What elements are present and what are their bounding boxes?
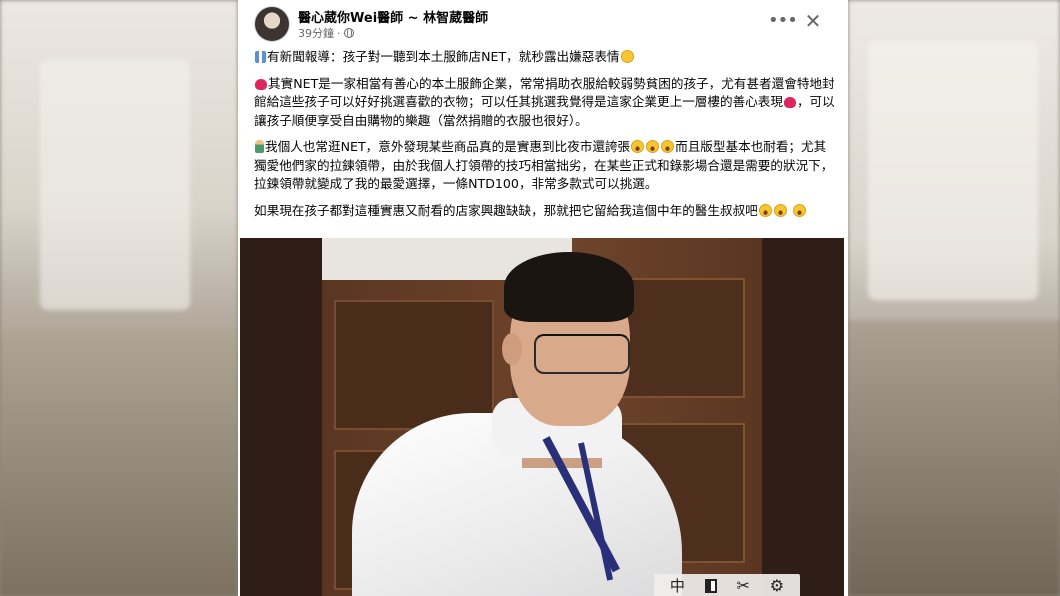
post-photo[interactable] [322, 238, 762, 596]
heart-emoji-icon [783, 97, 796, 108]
background-blur-shape [40, 60, 190, 310]
post-paragraph: 其實NET是一家相當有善心的本土服飾企業，常常捐助衣服給較弱勢貧困的孩子，尤有甚… [254, 75, 836, 131]
contrast-icon[interactable] [704, 579, 717, 593]
gear-icon[interactable]: ⚙ [770, 575, 784, 596]
translate-icon[interactable]: 中 [670, 575, 685, 596]
paragraph-text: 如果現在孩子都對這種實惠又耐看的店家興趣缺缺，那就把它留給我這個中年的醫生叔叔吧 [254, 202, 758, 218]
photo-ear [502, 333, 522, 365]
background-blur-shape [0, 330, 238, 596]
laughing-emoji-icon [792, 203, 806, 217]
paragraph-text: 其實NET是一家相當有善心的本土服飾企業，常常捐助衣服給較弱勢貧困的孩子，尤有甚… [254, 75, 835, 110]
paragraph-text: 我個人也常逛NET，意外發現某些商品真的是實惠到比夜市還誇張 [265, 139, 631, 154]
heart-emoji-icon [255, 78, 267, 90]
background-blur-shape [848, 320, 1060, 596]
photo-door-panel [334, 300, 494, 430]
post-time[interactable]: 39分鐘 [298, 25, 334, 41]
paragraph-text: 有新聞報導：孩子對一聽到本土服飾店NET，就秒露出嫌惡表情 [267, 49, 620, 64]
facebook-post: 醫心葳你Wei醫師 ~ 林智葳醫師 39分鐘 · ••• ✕ 有新聞報導：孩子對… [238, 0, 848, 596]
more-dots-icon[interactable]: ••• [768, 11, 798, 33]
background-blur-shape [868, 40, 1038, 300]
post-paragraph: 有新聞報導：孩子對一聽到本土服飾店NET，就秒露出嫌惡表情 [254, 48, 836, 67]
background-left [0, 0, 238, 596]
meta-separator: · [337, 26, 341, 40]
post-body: 有新聞報導：孩子對一聽到本土服飾店NET，就秒露出嫌惡表情 其實NET是一家相當… [254, 48, 836, 228]
avatar[interactable] [254, 6, 290, 42]
person-emoji-icon [255, 140, 264, 153]
post-header: 醫心葳你Wei醫師 ~ 林智葳醫師 39分鐘 · ••• ✕ [238, 0, 848, 46]
shirt-emoji-icon [255, 51, 266, 63]
post-paragraph: 如果現在孩子都對這種實惠又耐看的店家興趣缺缺，那就把它留給我這個中年的醫生叔叔吧 [254, 202, 836, 221]
thinking-emoji-icon [620, 50, 634, 63]
laughing-emoji-icon [646, 140, 660, 153]
laughing-emoji-icon [661, 140, 675, 153]
laughing-emoji-icon [631, 140, 645, 153]
post-paragraph: 我個人也常逛NET，意外發現某些商品真的是實惠到比夜市還誇張 而且版型基本也耐看；… [254, 138, 836, 194]
image-toolbar: 中 ✂ ⚙ [654, 574, 800, 596]
laughing-emoji-icon [758, 203, 772, 217]
post-author[interactable]: 醫心葳你Wei醫師 ~ 林智葳醫師 [298, 7, 488, 26]
post-photo-container[interactable]: 中 ✂ ⚙ [240, 238, 844, 596]
globe-icon[interactable] [343, 28, 354, 38]
photo-hair [504, 252, 634, 322]
laughing-emoji-icon [773, 203, 787, 217]
background-right [848, 0, 1060, 596]
post-meta: 39分鐘 · [298, 25, 354, 41]
close-icon[interactable]: ✕ [802, 10, 824, 32]
photo-glasses [534, 334, 630, 374]
scissors-icon[interactable]: ✂ [737, 575, 750, 596]
